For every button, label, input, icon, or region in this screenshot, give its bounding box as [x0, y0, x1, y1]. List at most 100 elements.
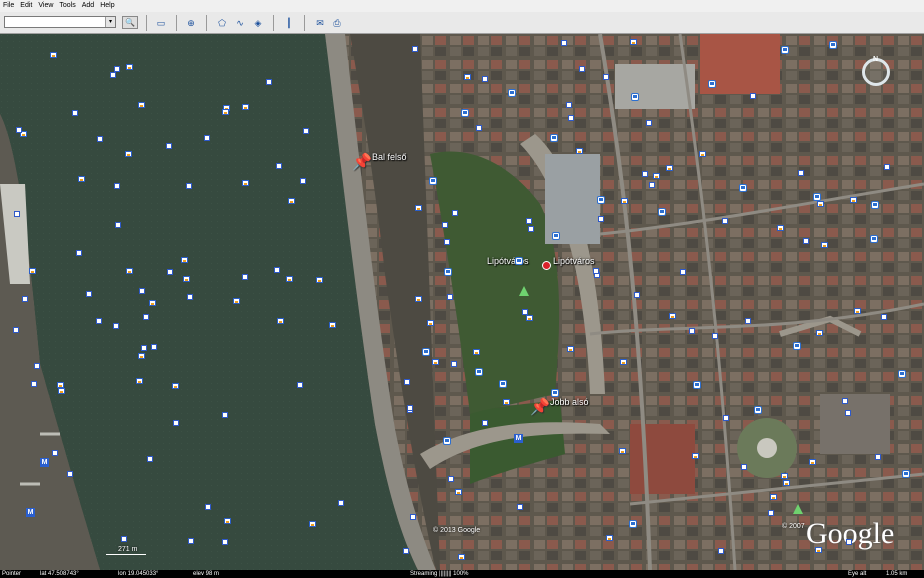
boat-icon[interactable] — [241, 179, 249, 186]
shop-icon[interactable] — [783, 480, 791, 487]
poi-marker[interactable] — [21, 295, 28, 302]
placemark-label-bal-felso[interactable]: Bal felső — [372, 152, 407, 162]
boat-icon[interactable] — [115, 221, 122, 228]
polygon-icon[interactable]: ⬠ — [215, 17, 229, 29]
poi-marker[interactable] — [592, 268, 599, 275]
boat-icon[interactable] — [29, 267, 37, 274]
bus-stop-icon[interactable] — [657, 208, 666, 217]
poi-marker[interactable] — [450, 361, 457, 368]
poi-marker[interactable] — [880, 313, 887, 320]
poi-marker[interactable] — [441, 222, 448, 229]
metro-icon[interactable]: M — [26, 508, 35, 517]
poi-marker[interactable] — [874, 454, 881, 461]
poi-marker[interactable] — [165, 143, 172, 150]
boat-icon[interactable] — [125, 267, 133, 274]
shop-icon[interactable] — [781, 473, 789, 480]
ruler-icon[interactable]: ┃ — [282, 17, 296, 29]
poi-marker[interactable] — [711, 333, 718, 340]
poi-marker[interactable] — [58, 388, 66, 395]
shop-icon[interactable] — [809, 459, 816, 466]
poi-marker[interactable] — [646, 120, 653, 127]
shop-icon[interactable] — [692, 452, 700, 459]
poi-marker[interactable] — [221, 411, 228, 418]
boat-icon[interactable] — [204, 134, 211, 141]
boat-icon[interactable] — [138, 287, 145, 294]
poi-marker[interactable] — [147, 456, 154, 463]
poi-marker[interactable] — [526, 218, 533, 225]
bus-stop-icon[interactable] — [474, 367, 483, 376]
poi-marker[interactable] — [186, 294, 193, 301]
shop-icon[interactable] — [567, 345, 575, 352]
bus-stop-icon[interactable] — [631, 92, 640, 101]
bus-stop-icon[interactable] — [780, 45, 789, 54]
poi-marker[interactable] — [803, 238, 810, 245]
shop-icon[interactable] — [605, 535, 613, 542]
boat-icon[interactable] — [13, 210, 20, 217]
poi-marker[interactable] — [689, 328, 696, 335]
shop-icon[interactable] — [432, 359, 440, 366]
path-icon[interactable]: ∿ — [233, 17, 247, 29]
boat-icon[interactable] — [149, 300, 157, 307]
bus-stop-icon[interactable] — [693, 381, 702, 390]
bus-stop-icon[interactable] — [422, 348, 431, 357]
poi-marker[interactable] — [741, 463, 748, 470]
bus-stop-icon[interactable] — [870, 235, 879, 244]
poi-marker[interactable] — [717, 547, 724, 554]
poi-marker[interactable] — [447, 476, 454, 483]
shop-icon[interactable] — [629, 39, 637, 45]
bus-stop-icon[interactable] — [829, 40, 838, 49]
boat-icon[interactable] — [86, 291, 93, 298]
bus-stop-icon[interactable] — [898, 370, 907, 379]
poi-marker[interactable] — [287, 197, 295, 204]
poi-marker[interactable] — [475, 125, 482, 132]
bus-stop-icon[interactable] — [429, 176, 438, 185]
bus-stop-icon[interactable] — [552, 231, 561, 240]
shop-icon[interactable] — [526, 315, 534, 322]
poi-marker[interactable] — [411, 46, 418, 53]
bus-stop-icon[interactable] — [813, 192, 822, 201]
search-dropdown-button[interactable]: ▾ — [105, 17, 115, 27]
shop-icon[interactable] — [850, 196, 858, 203]
shop-icon[interactable] — [699, 151, 707, 157]
boat-icon[interactable] — [136, 378, 144, 385]
search-button[interactable]: 🔍 — [122, 16, 138, 29]
poi-marker[interactable] — [482, 75, 489, 82]
menu-tools[interactable]: Tools — [56, 0, 78, 12]
bus-stop-icon[interactable] — [596, 195, 605, 204]
shop-icon[interactable] — [473, 348, 481, 355]
boat-icon[interactable] — [142, 313, 149, 320]
boat-icon[interactable] — [113, 65, 120, 72]
poi-marker[interactable] — [750, 93, 757, 100]
poi-marker[interactable] — [188, 537, 195, 544]
shop-icon[interactable] — [463, 73, 471, 80]
overlay-icon[interactable]: ◈ — [251, 17, 265, 29]
poi-marker[interactable] — [723, 414, 730, 421]
poi-marker[interactable] — [633, 292, 640, 299]
poi-marker[interactable] — [300, 177, 307, 184]
park-icon[interactable] — [793, 504, 803, 514]
poi-marker[interactable] — [409, 514, 416, 521]
shop-icon[interactable] — [816, 201, 824, 208]
poi-marker[interactable] — [114, 182, 121, 189]
boat-icon[interactable] — [172, 419, 179, 426]
park-icon[interactable] — [519, 286, 529, 296]
bus-stop-icon[interactable] — [499, 379, 507, 388]
poi-marker[interactable] — [137, 101, 145, 108]
boat-icon[interactable] — [242, 273, 249, 280]
shop-icon[interactable] — [777, 224, 785, 231]
place-label-lipotvaros-right[interactable]: Lipótváros — [553, 256, 595, 266]
shop-icon[interactable] — [666, 165, 674, 172]
poi-marker[interactable] — [302, 127, 309, 134]
metro-icon[interactable]: M — [514, 434, 523, 443]
shop-icon[interactable] — [620, 197, 628, 204]
shop-icon[interactable] — [618, 447, 626, 454]
metro-icon[interactable]: M — [40, 458, 49, 467]
poi-marker[interactable] — [451, 209, 458, 216]
shop-icon[interactable] — [426, 319, 434, 326]
shop-icon[interactable] — [620, 358, 628, 365]
print-icon[interactable]: ⎙ — [330, 17, 344, 29]
poi-marker[interactable] — [444, 238, 451, 245]
shop-icon[interactable] — [414, 296, 422, 303]
poi-marker[interactable] — [527, 226, 534, 233]
shop-icon[interactable] — [769, 493, 777, 500]
